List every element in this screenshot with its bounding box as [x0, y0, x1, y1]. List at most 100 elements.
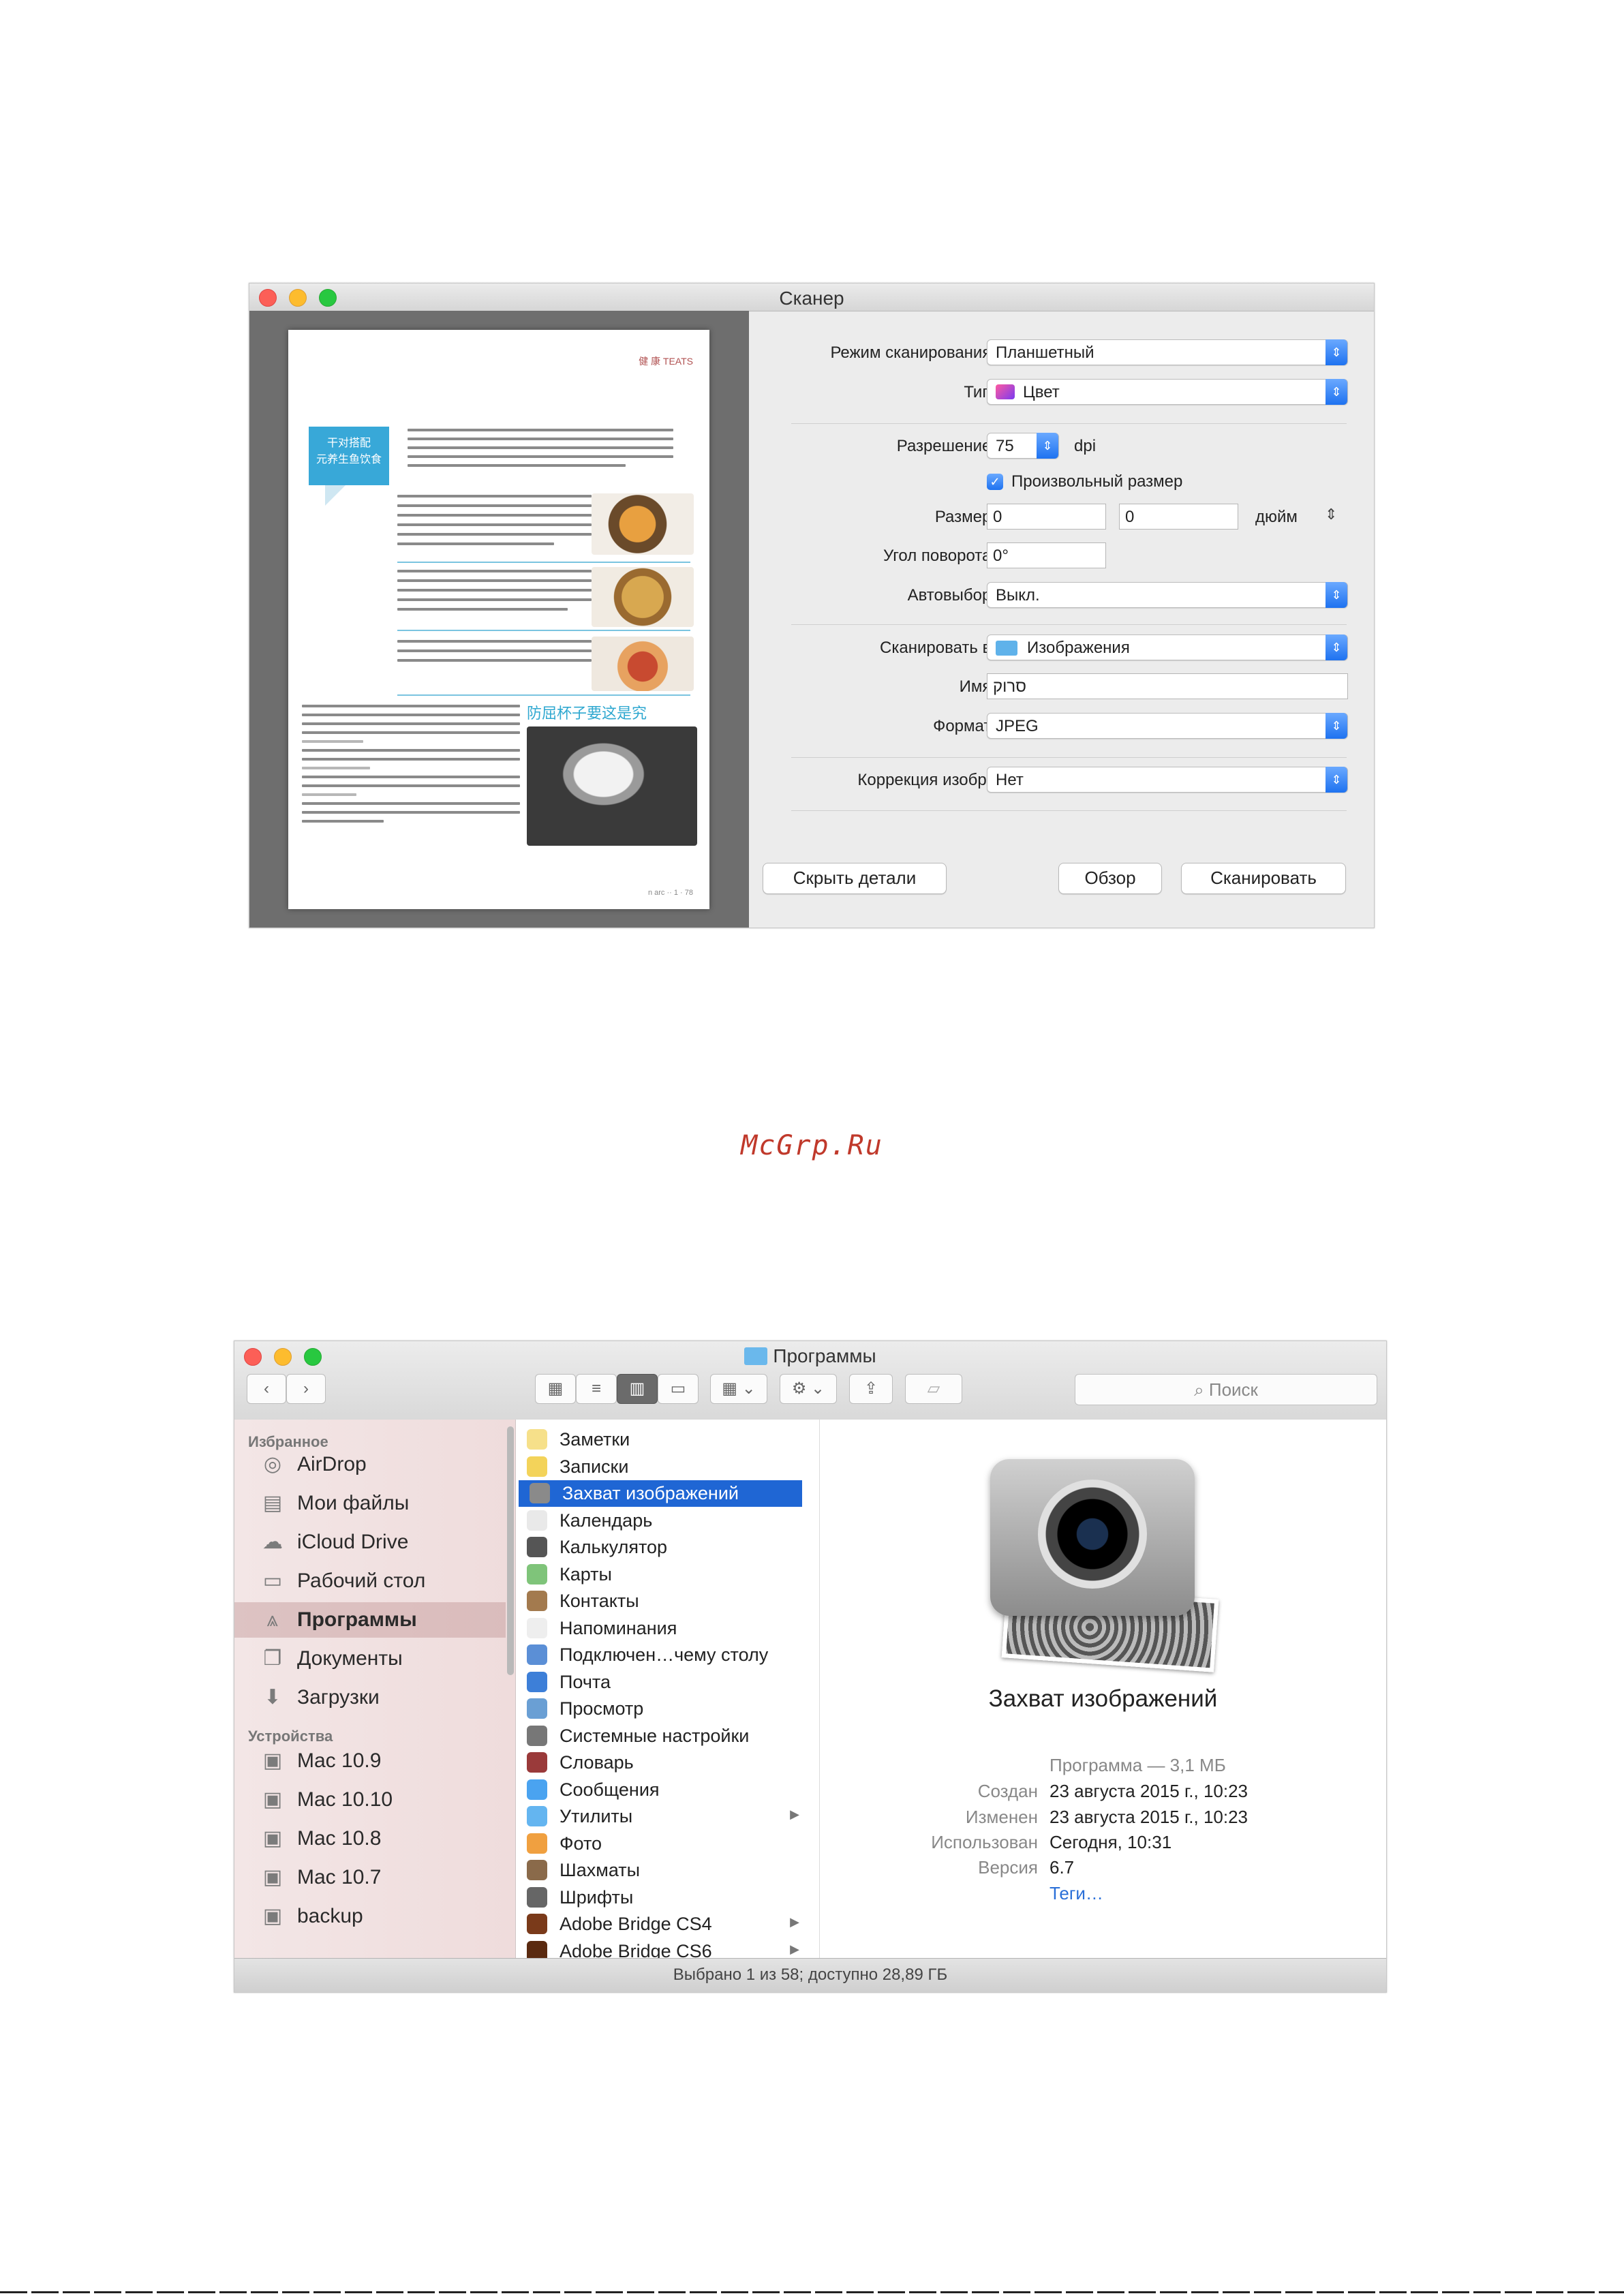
app-label: Системные настройки — [560, 1725, 750, 1746]
sidebar-item-airdrop[interactable]: ◎ AirDrop — [234, 1447, 506, 1482]
applications-column: Заметки Записки Захват изображений Календар… — [516, 1420, 1062, 1968]
scan-to-label: Сканировать в: — [880, 639, 996, 657]
name-field[interactable]: סרוק — [987, 673, 1348, 699]
sidebar-item-desktop[interactable]: ▭ Рабочий стол — [234, 1563, 506, 1599]
custom-size-label: Произвольный размер — [1011, 472, 1183, 491]
app-list-item[interactable]: Записки — [516, 1454, 802, 1480]
app-list-item[interactable]: Шахматы — [516, 1857, 802, 1884]
app-label: Adobe Bridge CS4 — [560, 1914, 712, 1934]
chevron-updown-icon[interactable]: ⇕ — [1325, 506, 1337, 523]
separator — [791, 810, 1347, 811]
app-list-item[interactable]: Сообщения — [516, 1777, 802, 1803]
sidebar-item-downloads[interactable]: ⬇ Загрузки — [234, 1680, 506, 1715]
tags-link[interactable]: Теги… — [1050, 1883, 1103, 1904]
type-label: Тип: — [964, 383, 996, 401]
back-button[interactable]: ‹ — [247, 1374, 286, 1404]
app-icon — [527, 1860, 547, 1880]
sidebar-scrollbar[interactable] — [507, 1426, 514, 1675]
search-input[interactable]: ⌕ Поиск — [1075, 1374, 1377, 1405]
app-list-item[interactable]: Фото — [516, 1831, 802, 1857]
sidebar-item-device[interactable]: ▣ Mac 10.10 — [234, 1782, 506, 1818]
app-icon — [527, 1429, 547, 1450]
sidebar-item-device[interactable]: ▣ Mac 10.8 — [234, 1821, 506, 1856]
tag-icon[interactable]: ▱ — [905, 1374, 962, 1404]
view-coverflow-button[interactable]: ▭ — [658, 1374, 699, 1404]
app-list-item[interactable]: Утилиты ▶ — [516, 1803, 802, 1830]
chevron-updown-icon: ⇕ — [1326, 379, 1347, 405]
sidebar-item-documents[interactable]: ❐ Документы — [234, 1641, 506, 1677]
app-label: Шрифты — [560, 1886, 634, 1908]
type-value: Цвет — [1023, 383, 1060, 401]
scanned-page-preview: 健 康 TEATS 干对搭配 元养生鱼饮食 防屈杯子要这是究 n arc ·· … — [288, 330, 709, 909]
sidebar-item-label: AirDrop — [297, 1453, 367, 1475]
autoselect-popup[interactable]: Выкл. ⇕ — [987, 582, 1348, 608]
view-icons-button[interactable]: ▦ — [535, 1374, 576, 1404]
app-icon — [527, 1537, 547, 1557]
app-list-item[interactable]: Захват изображений — [519, 1480, 802, 1507]
sidebar-item-applications[interactable]: ⩓ Программы — [234, 1602, 506, 1638]
type-popup[interactable]: Цвет ⇕ — [987, 379, 1348, 405]
share-icon[interactable]: ⇪ — [849, 1374, 893, 1404]
scan-mode-popup[interactable]: Планшетный ⇕ — [987, 339, 1348, 365]
cloud-icon: ☁ — [262, 1531, 283, 1553]
scan-button[interactable]: Сканировать — [1181, 863, 1346, 894]
app-list-item[interactable]: Adobe Bridge CS4 ▶ — [516, 1911, 802, 1938]
app-list-item[interactable]: Карты — [516, 1561, 802, 1588]
app-icon — [527, 1752, 547, 1773]
size-unit-popup[interactable]: дюйм — [1255, 508, 1298, 527]
custom-size-checkbox[interactable]: ✓ — [987, 474, 1003, 490]
arrange-button[interactable]: ▦ ⌄ — [710, 1374, 767, 1404]
sidebar-item-device[interactable]: ▣ Mac 10.9 — [234, 1743, 506, 1779]
scan-preview-pane[interactable]: 健 康 TEATS 干对搭配 元养生鱼饮食 防屈杯子要这是究 n arc ·· … — [249, 311, 749, 928]
sidebar-item-label: Загрузки — [297, 1686, 380, 1709]
gear-icon[interactable]: ⚙ ⌄ — [780, 1374, 837, 1404]
sidebar-item-device[interactable]: ▣ Mac 10.7 — [234, 1860, 506, 1895]
size-width-field[interactable]: 0 — [987, 504, 1106, 530]
app-list-item[interactable]: Напоминания — [516, 1615, 802, 1642]
scan-to-popup[interactable]: Изображения ⇕ — [987, 634, 1348, 660]
app-icon — [527, 1833, 547, 1854]
app-list-item[interactable]: Калькулятор — [516, 1534, 802, 1561]
app-list-item[interactable]: Системные настройки — [516, 1723, 802, 1749]
preview-app-name: Захват изображений — [988, 1685, 1218, 1712]
desktop-icon: ▭ — [262, 1570, 283, 1592]
doc-subhead: 防屈杯子要这是究 — [527, 705, 647, 722]
window-title: Программы — [773, 1345, 876, 1366]
resolution-label: Разрешение: — [896, 437, 996, 455]
app-list-item[interactable]: Шрифты — [516, 1884, 802, 1911]
app-list-item[interactable]: Контакты — [516, 1588, 802, 1614]
size-label: Размер: — [934, 508, 996, 526]
rotation-field[interactable]: 0° — [987, 542, 1106, 568]
autoselect-label: Автовыбор: — [907, 586, 996, 604]
app-list-item[interactable]: Просмотр — [516, 1696, 802, 1722]
app-list-item[interactable]: Календарь — [516, 1507, 802, 1534]
hide-details-button[interactable]: Скрыть детали — [763, 863, 947, 894]
size-height-field[interactable]: 0 — [1119, 504, 1238, 530]
app-list-item[interactable]: Заметки — [516, 1426, 802, 1453]
version-value: 6.7 — [1050, 1857, 1075, 1878]
forward-button[interactable]: › — [286, 1374, 326, 1404]
format-popup[interactable]: JPEG ⇕ — [987, 713, 1348, 739]
app-list-item[interactable]: Словарь — [516, 1749, 802, 1776]
app-list-item[interactable]: Почта — [516, 1669, 802, 1696]
separator — [791, 624, 1347, 625]
scan-to-value: Изображения — [1027, 639, 1130, 657]
created-value: 23 августа 2015 г., 10:23 — [1050, 1781, 1248, 1801]
sidebar-item-label: Mac 10.7 — [297, 1866, 382, 1888]
view-list-button[interactable]: ≡ — [576, 1374, 617, 1404]
color-icon — [996, 384, 1015, 399]
status-bar: Выбрано 1 из 58; доступно 28,89 ГБ — [234, 1958, 1386, 1992]
resolution-popup[interactable]: 75 ⇕ — [987, 433, 1059, 459]
sidebar-item-device[interactable]: ▣ backup — [234, 1899, 506, 1934]
correction-popup[interactable]: Нет ⇕ — [987, 767, 1348, 793]
sidebar-item-all-files[interactable]: ▤ Мои файлы — [234, 1486, 506, 1521]
app-icon — [527, 1886, 547, 1908]
sidebar-item-icloud-drive[interactable]: ☁ iCloud Drive — [234, 1525, 506, 1560]
airdrop-icon: ◎ — [263, 1453, 282, 1475]
resolution-value: 75 — [996, 437, 1014, 455]
view-columns-button[interactable]: ▥ — [617, 1374, 658, 1404]
browse-button[interactable]: Обзор — [1058, 863, 1162, 894]
app-list-item[interactable]: Подключен…чему столу — [516, 1642, 802, 1668]
modified-label: Изменен — [965, 1807, 1038, 1827]
finder-window: Программы ‹ › ▦ ≡ ▥ ▭ ▦ ⌄ ⚙ ⌄ ⇪ ▱ ⌕ Поис… — [234, 1341, 1387, 1993]
